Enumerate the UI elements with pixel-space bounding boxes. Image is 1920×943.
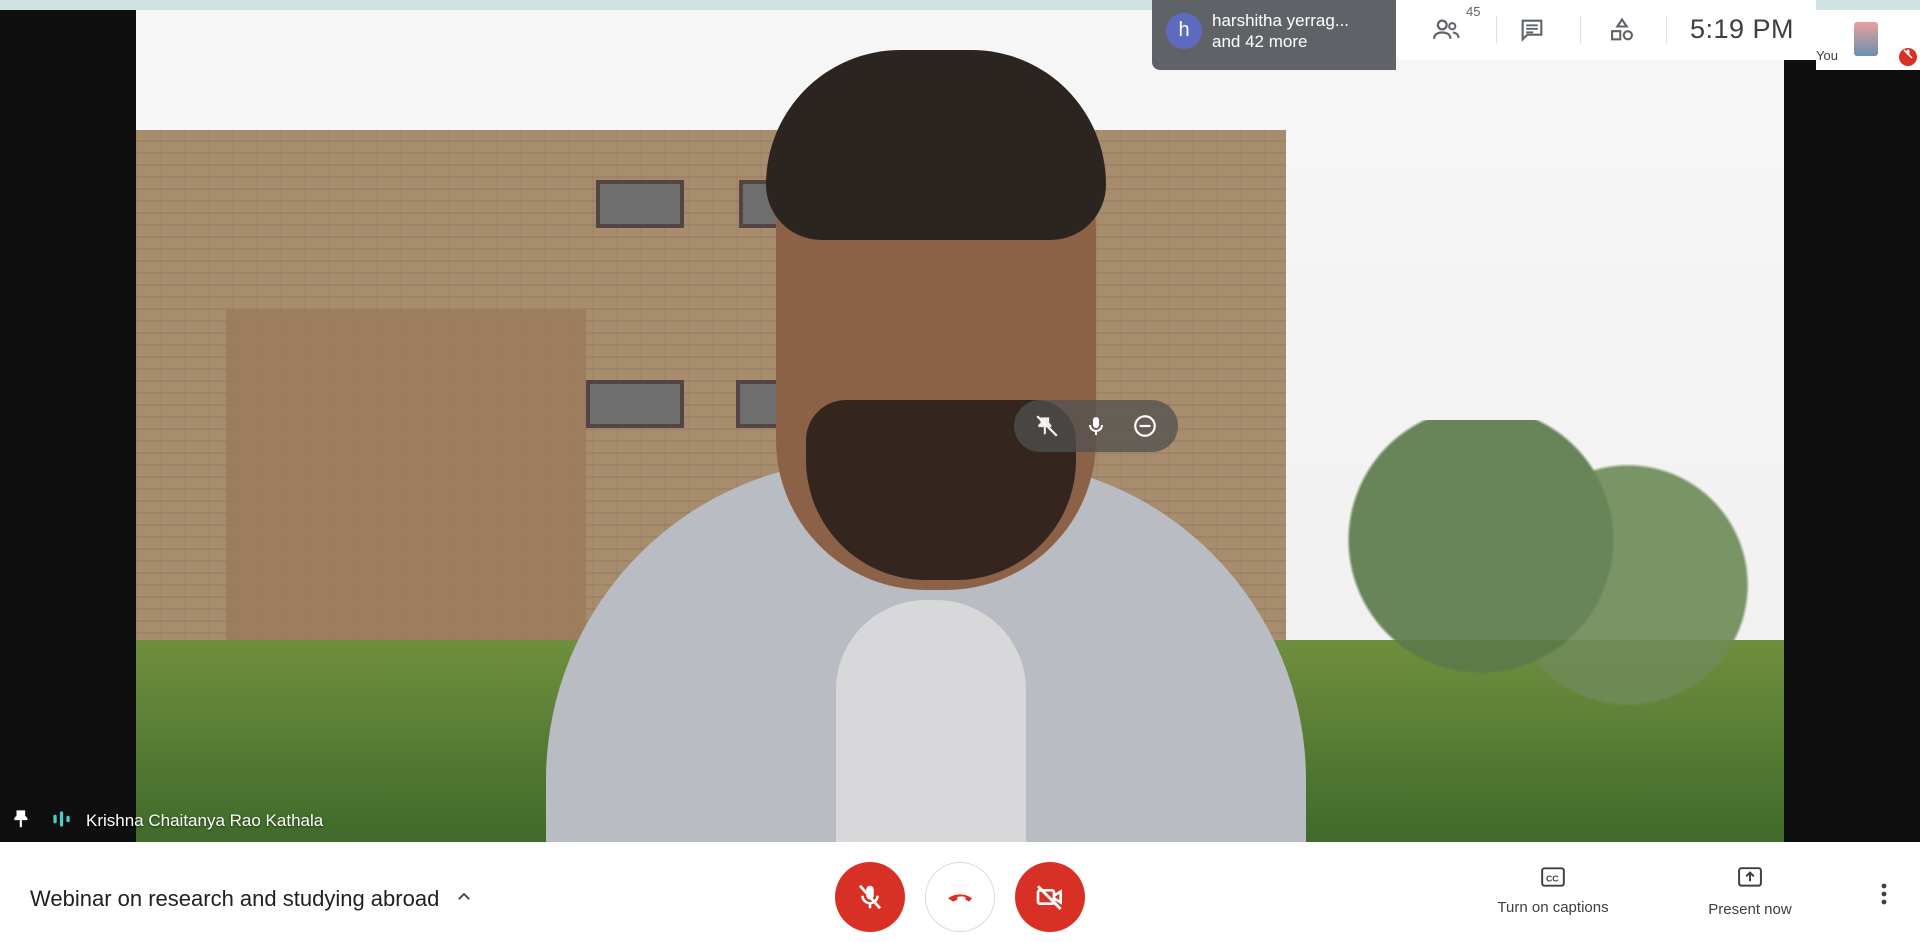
captions-label: Turn on captions xyxy=(1497,899,1609,916)
speaker-person xyxy=(546,40,1306,842)
captions-icon: CC xyxy=(1541,867,1565,887)
mic-toggle-button[interactable] xyxy=(835,862,905,932)
camera-toggle-button[interactable] xyxy=(1015,862,1085,932)
top-bar: 45 5:19 PM xyxy=(1396,0,1816,60)
leave-call-button[interactable] xyxy=(925,862,995,932)
captions-button[interactable]: CC Turn on captions xyxy=(1478,866,1628,926)
participants-preview[interactable]: h harshitha yerrag... and 42 more xyxy=(1152,0,1396,70)
participant-avatar: h xyxy=(1166,13,1202,49)
main-video xyxy=(136,10,1784,842)
hair xyxy=(766,50,1106,240)
participant-count: 45 xyxy=(1466,4,1481,19)
audio-level-icon xyxy=(48,806,74,837)
chat-icon xyxy=(1521,19,1543,42)
divider xyxy=(1666,16,1667,44)
building-panel xyxy=(226,310,586,650)
meeting-title: Webinar on research and studying abroad xyxy=(30,886,440,911)
mic-off-icon xyxy=(858,884,882,910)
chat-button[interactable] xyxy=(1512,10,1552,50)
people-icon xyxy=(1433,19,1460,39)
remove-icon[interactable] xyxy=(1127,408,1163,444)
self-label: You xyxy=(1816,48,1838,63)
participants-more: and 42 more xyxy=(1212,32,1308,51)
svg-text:CC: CC xyxy=(1546,873,1559,883)
pin-icon[interactable] xyxy=(10,806,36,837)
mic-icon[interactable] xyxy=(1078,408,1114,444)
shirt xyxy=(836,600,1026,842)
more-options-button[interactable] xyxy=(1872,882,1896,906)
activities-button[interactable] xyxy=(1602,10,1642,50)
divider xyxy=(1496,16,1497,44)
trees xyxy=(1334,420,1754,720)
present-label: Present now xyxy=(1708,901,1792,918)
speaker-nameplate: Krishna Chaitanya Rao Kathala xyxy=(10,806,323,836)
self-video-thumbnail xyxy=(1854,22,1878,56)
chevron-up-icon xyxy=(455,886,473,912)
present-button[interactable]: Present now xyxy=(1690,866,1810,926)
tile-hover-controls xyxy=(1014,400,1178,452)
self-tile[interactable]: You xyxy=(1816,10,1920,70)
participant-name: harshitha yerrag... xyxy=(1212,11,1350,30)
present-icon xyxy=(1738,867,1762,887)
hang-up-icon xyxy=(948,894,972,902)
camera-off-icon xyxy=(1036,885,1062,911)
self-muted-icon xyxy=(1899,48,1917,66)
shapes-icon xyxy=(1611,17,1633,41)
meeting-details[interactable]: Webinar on research and studying abroad xyxy=(30,886,473,912)
more-vert-icon xyxy=(1881,883,1887,905)
people-button[interactable] xyxy=(1426,10,1466,50)
pin-off-icon[interactable] xyxy=(1029,408,1065,444)
video-stage: Krishna Chaitanya Rao Kathala xyxy=(0,10,1920,842)
divider xyxy=(1580,16,1581,44)
bottom-bar: Webinar on research and studying abroad … xyxy=(0,842,1920,943)
speaker-name: Krishna Chaitanya Rao Kathala xyxy=(86,811,324,830)
clock: 5:19 PM xyxy=(1690,14,1795,44)
